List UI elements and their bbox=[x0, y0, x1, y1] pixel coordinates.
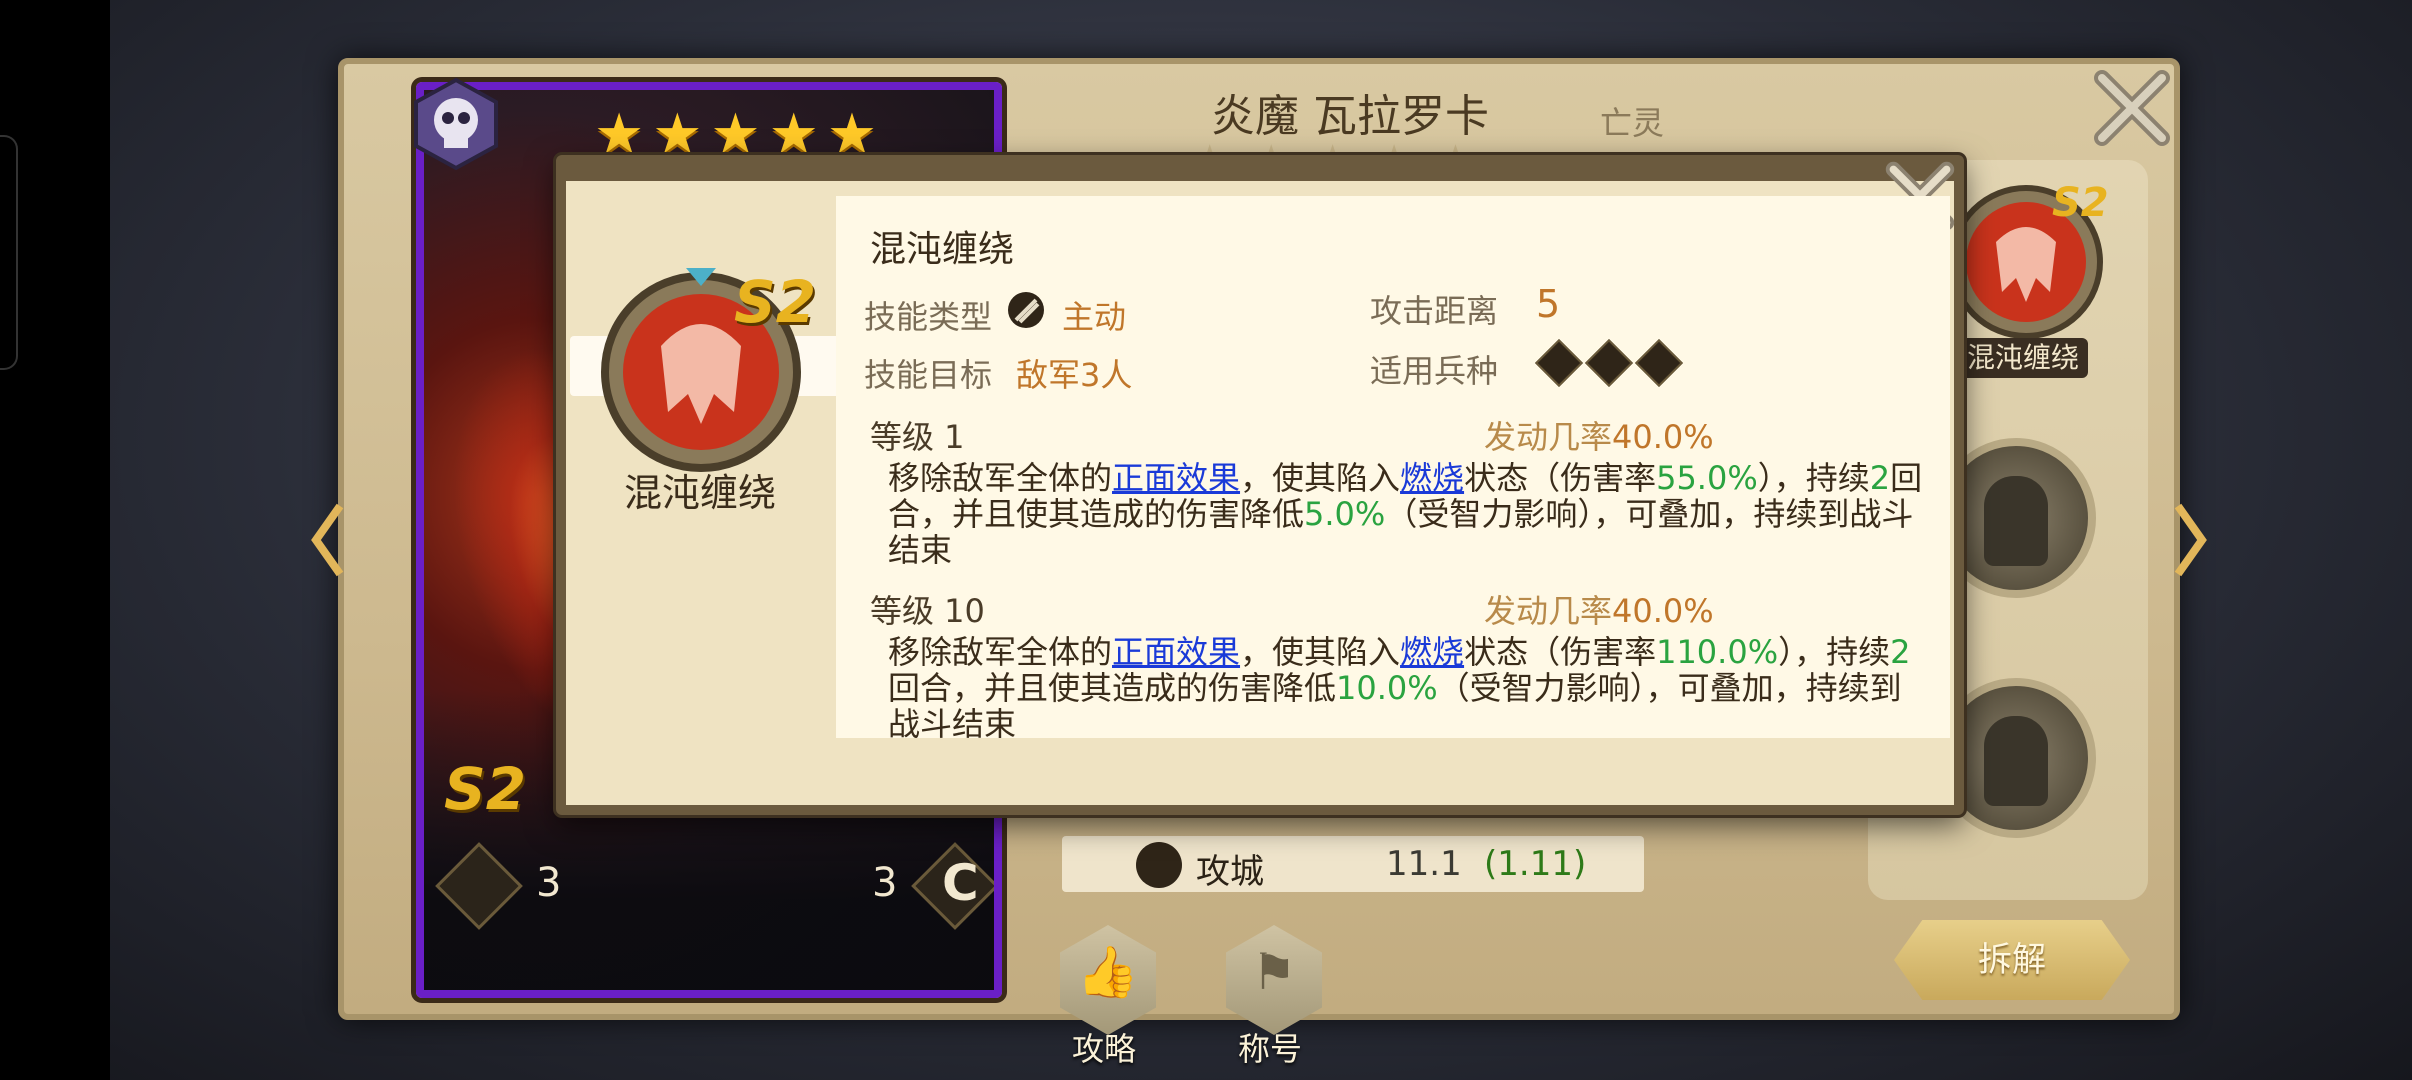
burn-link[interactable]: 燃烧 bbox=[1400, 633, 1464, 671]
positive-effect-link[interactable]: 正面效果 bbox=[1112, 633, 1240, 671]
troops-label: 适用兵种 bbox=[1370, 352, 1499, 390]
siege-icon bbox=[1136, 842, 1182, 888]
hero-title: 炎魔 瓦拉罗卡 bbox=[1211, 91, 1489, 142]
active-skill-icon bbox=[1008, 292, 1044, 328]
skill-detail-content[interactable]: 混沌缠绕 技能类型 主动 攻击距离 5 技能目标 敌军3人 适用兵种 等级 1 … bbox=[836, 196, 1950, 738]
range-value: 5 bbox=[1536, 282, 1561, 326]
troop-sword-icon bbox=[1534, 338, 1584, 388]
level-10-rate: 发动几率40.0% bbox=[1484, 592, 1714, 630]
level-10-label: 等级 10 bbox=[870, 592, 985, 630]
card-left-value: 3 bbox=[536, 860, 562, 906]
troop-horse-icon bbox=[1584, 338, 1634, 388]
flag-icon: ⚑ bbox=[1251, 943, 1297, 1001]
card-hero-name: 炎魔 bbox=[424, 995, 1002, 998]
side-skill-tag: S2 bbox=[2052, 180, 2109, 226]
camera-notch bbox=[0, 135, 18, 370]
device-left-bezel bbox=[0, 0, 110, 1080]
side-skill-label: 混沌缠绕 bbox=[1958, 338, 2088, 378]
positive-effect-link[interactable]: 正面效果 bbox=[1112, 459, 1240, 497]
stat-label: 攻城 bbox=[1196, 852, 1264, 892]
title-label: 称号 bbox=[1237, 1030, 1302, 1068]
target-value: 敌军3人 bbox=[1016, 356, 1133, 394]
game-screen: 炎魔 瓦拉罗卡 亡灵 ★★★★★ ★★★★★ S2 3 3 C 炎魔 S2 混沌… bbox=[0, 0, 2412, 1080]
troop-bow-icon bbox=[1634, 338, 1684, 388]
skill-name: 混沌缠绕 bbox=[870, 229, 1015, 270]
stat-growth: (1.11) bbox=[1484, 844, 1587, 884]
card-right-glyph: C bbox=[942, 854, 979, 912]
range-label: 攻击距离 bbox=[1370, 292, 1499, 330]
arrow-right-icon[interactable] bbox=[2170, 500, 2210, 580]
skill-type-value: 主动 bbox=[1062, 298, 1127, 336]
skull-badge-icon bbox=[414, 77, 498, 171]
arrow-left-icon[interactable] bbox=[308, 500, 348, 580]
disassemble-button[interactable]: 拆解 bbox=[1894, 920, 2130, 1000]
badge-skill-tag: S2 bbox=[734, 268, 817, 336]
card-skill-tag: S2 bbox=[444, 755, 527, 823]
burn-link[interactable]: 燃烧 bbox=[1400, 459, 1464, 497]
hero-faction: 亡灵 bbox=[1600, 104, 1665, 142]
panel-close-icon[interactable] bbox=[2092, 68, 2172, 148]
card-right-value: 3 bbox=[872, 860, 898, 906]
level-10-description: 移除敌军全体的正面效果，使其陷入燃烧状态（伤害率110.0%），持续2回合，并且… bbox=[888, 633, 1911, 738]
level-1-rate: 发动几率40.0% bbox=[1484, 418, 1714, 456]
skill-type-label: 技能类型 bbox=[864, 298, 993, 336]
level-1-description: 移除敌军全体的正面效果，使其陷入燃烧状态（伤害率55.0%），持续2回合，并且使… bbox=[888, 459, 1923, 569]
stat-row-siege: 攻城 11.1 (1.11) bbox=[1062, 836, 1644, 892]
stat-value: 11.1 bbox=[1386, 844, 1462, 884]
badge-skill-name: 混沌缠绕 bbox=[623, 471, 776, 515]
thumbs-up-icon: 👍 bbox=[1076, 943, 1140, 1001]
level-1-label: 等级 1 bbox=[870, 418, 965, 456]
guide-label: 攻略 bbox=[1071, 1030, 1136, 1068]
target-label: 技能目标 bbox=[864, 356, 993, 394]
